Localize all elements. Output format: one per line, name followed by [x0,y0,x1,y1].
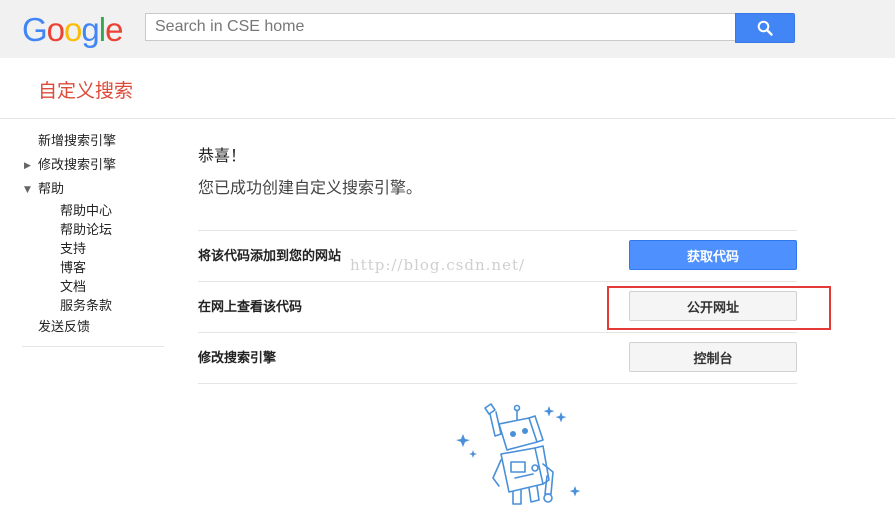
control-panel-button[interactable]: 控制台 [629,342,797,372]
action-label: 将该代码添加到您的网站 [198,249,342,264]
sidebar-subitem-docs[interactable]: 文档 [22,278,164,297]
action-label: 在网上查看该代码 [198,300,303,315]
robot-illustration [456,403,581,505]
sidebar-item-help[interactable]: ▼ 帮助 [22,178,164,202]
search-box [145,13,735,41]
sidebar-item-feedback[interactable]: 发送反馈 [22,316,164,340]
search-input[interactable] [146,14,735,40]
highlight-annotation-box [607,286,831,330]
sidebar-subitem-terms[interactable]: 服务条款 [22,297,164,316]
main-content: 恭喜！ 您已成功创建自定义搜索引擎。 将该代码添加到您的网站 获取代码 在网上查… [198,140,797,384]
success-message: 您已成功创建自定义搜索引擎。 [198,178,423,197]
sidebar-subitem-help-center[interactable]: 帮助中心 [22,202,164,221]
subheader: 自定义搜索 [0,58,895,119]
logo-letter: o [46,11,65,48]
watermark-text: http://blog.csdn.net/ [350,256,526,274]
sidebar: 新增搜索引擎 ▶ 修改搜索引擎 ▼ 帮助 帮助中心 帮助论坛 支持 博客 文档 … [22,130,164,347]
search-button[interactable] [735,13,795,43]
google-logo[interactable]: Google [22,11,123,49]
sidebar-item-edit-engine[interactable]: ▶ 修改搜索引擎 [22,154,164,178]
chevron-down-icon: ▼ [24,185,31,195]
sidebar-subitem-support[interactable]: 支持 [22,240,164,259]
congrats-heading: 恭喜！ [198,146,247,165]
sidebar-item-new-engine[interactable]: 新增搜索引擎 [22,130,164,154]
sidebar-item-label: 帮助 [38,182,65,197]
logo-letter: e [105,11,123,48]
action-row: 修改搜索引擎 控制台 [198,332,797,384]
page-title: 自定义搜索 [38,80,134,102]
search-icon [757,20,773,36]
get-code-button[interactable]: 获取代码 [629,240,797,270]
sidebar-subitem-blog[interactable]: 博客 [22,259,164,278]
logo-letter: o [64,11,82,48]
logo-letter: G [22,11,48,48]
action-label: 修改搜索引擎 [198,351,277,366]
logo-letter: g [81,11,99,48]
top-bar: Google [0,0,895,58]
sidebar-item-label: 发送反馈 [38,320,91,335]
sidebar-subitem-help-forum[interactable]: 帮助论坛 [22,221,164,240]
sidebar-item-label: 修改搜索引擎 [38,158,117,173]
sidebar-item-label: 新增搜索引擎 [38,134,117,149]
chevron-right-icon: ▶ [24,161,31,171]
